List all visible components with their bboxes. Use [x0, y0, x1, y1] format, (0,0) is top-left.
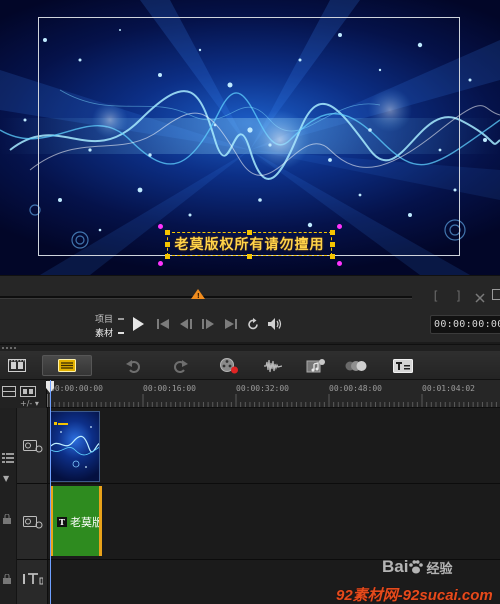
resize-handle-bottom[interactable]	[247, 254, 252, 259]
video-track[interactable]	[17, 408, 500, 484]
ruler-label-2: 00:00:32:00	[236, 384, 289, 393]
timeline-view-button[interactable]	[42, 355, 92, 376]
mark-out-button[interactable]: ]	[455, 289, 462, 303]
repeat-icon	[247, 317, 258, 329]
subtitle-editor-icon	[393, 358, 413, 373]
previous-frame-icon	[180, 319, 192, 329]
track-collapse-arrow-icon[interactable]: ▼	[3, 474, 9, 483]
storyboard-view-icon	[8, 359, 26, 372]
rotate-handle-bottom-left[interactable]	[158, 261, 163, 266]
storyboard-view-button[interactable]	[4, 355, 30, 376]
baidu-brand-text: Bai	[382, 557, 409, 576]
rotate-handle-bottom-right[interactable]	[337, 261, 342, 266]
baidu-jingyan-text: 经验	[426, 561, 453, 577]
record-capture-icon	[220, 357, 238, 373]
video-track-icon	[23, 440, 43, 453]
home-button[interactable]	[155, 316, 171, 332]
go-to-end-icon	[225, 319, 237, 329]
rotate-handle-top-left[interactable]	[158, 224, 163, 229]
timeline-view-icon	[58, 359, 76, 372]
track-side-strip: ▼	[0, 408, 17, 604]
resize-handle-right[interactable]	[330, 242, 335, 247]
speaker-icon	[267, 318, 281, 330]
title-track-lane[interactable]	[48, 484, 500, 559]
project-mode-label[interactable]: 项目	[95, 312, 113, 325]
track-list-icon[interactable]	[2, 452, 14, 464]
undo-icon	[126, 359, 140, 373]
player-panel: ! [ ] 项目 素材 00:00:00:00	[0, 275, 500, 342]
title-text-box[interactable]: 老莫版权所有请勿擅用	[167, 232, 332, 256]
auto-music-button[interactable]	[303, 355, 329, 376]
video-track-header	[17, 408, 48, 483]
video-clip[interactable]	[50, 411, 100, 482]
sound-mixer-icon	[264, 359, 282, 372]
video-editor-window: 老莫版权所有请勿擅用 ! [ ] 项目 素材 00:00:00:00 +/- ▾…	[0, 0, 500, 604]
redo-button[interactable]	[168, 355, 194, 376]
title-text[interactable]: 老莫版权所有请勿擅用	[168, 233, 331, 255]
title-clip[interactable]: T 老莫版	[50, 486, 102, 556]
resize-handle-bottom-right[interactable]	[330, 254, 335, 259]
play-icon	[133, 317, 144, 331]
title-clip-t-icon: T	[57, 517, 67, 527]
previous-frame-button[interactable]	[178, 316, 194, 332]
resize-handle-left[interactable]	[165, 242, 170, 247]
timecode-display[interactable]: 00:00:00:00	[430, 315, 500, 334]
record-capture-button[interactable]	[216, 355, 242, 376]
panel-resize-grip[interactable]	[0, 344, 500, 351]
baidu-paw-logo	[409, 560, 424, 574]
title-clip-label: 老莫版	[70, 516, 102, 529]
end-button[interactable]	[223, 316, 239, 332]
split-clip-icon[interactable]	[474, 289, 486, 308]
motion-tracking-button[interactable]	[343, 355, 369, 376]
ruler-label-3: 00:00:48:00	[329, 384, 382, 393]
auto-music-icon	[306, 358, 325, 372]
baidu-jingyan-watermark: Bai 经验	[382, 556, 452, 578]
ruler-label-0: 00:00:00:00	[50, 384, 103, 393]
scrub-bar[interactable]	[0, 296, 412, 299]
resize-handle-top-left[interactable]	[165, 230, 170, 235]
timeline-toolbar	[0, 351, 500, 380]
title-track-header	[17, 484, 48, 559]
preview-window[interactable]: 老莫版权所有请勿擅用	[0, 0, 500, 275]
resize-handle-top-right[interactable]	[330, 230, 335, 235]
text-track-header	[17, 560, 48, 604]
go-to-start-icon	[157, 319, 169, 329]
next-frame-icon	[202, 319, 214, 329]
scrubber-handle[interactable]: !	[190, 289, 205, 300]
enlarge-preview-icon[interactable]	[492, 289, 500, 300]
sound-mixer-button[interactable]	[260, 355, 286, 376]
mark-in-button[interactable]: [	[432, 289, 439, 303]
track-lock-icon-2[interactable]	[2, 574, 12, 584]
resize-handle-bottom-left[interactable]	[165, 254, 170, 259]
video-track-lane[interactable]	[48, 408, 500, 483]
undo-button[interactable]	[120, 355, 146, 376]
play-button[interactable]	[128, 316, 148, 332]
next-frame-button[interactable]	[200, 316, 216, 332]
ruler-label-1: 00:00:16:00	[143, 384, 196, 393]
resize-handle-top[interactable]	[247, 230, 252, 235]
clip-mode-label[interactable]: 素材	[95, 326, 113, 339]
overlay-track-icon	[23, 516, 43, 529]
track-manager-icon[interactable]	[20, 386, 36, 397]
repeat-button[interactable]	[245, 316, 261, 332]
text-track-icon	[23, 573, 43, 585]
subtitle-editor-button[interactable]	[390, 355, 416, 376]
playhead-line	[50, 380, 51, 604]
track-lock-icon[interactable]	[2, 514, 12, 524]
timeline-ruler[interactable]: +/- ▾ 00:00:00:00 00:00:16:00 00:00:32:0…	[0, 380, 500, 408]
zoom-toggle-icon[interactable]: +/- ▾	[20, 399, 39, 408]
redo-icon	[174, 359, 188, 373]
video-clip-thumbnail	[51, 422, 99, 468]
motion-tracking-icon	[345, 360, 367, 371]
ruler-header: +/- ▾	[0, 380, 47, 408]
title-track[interactable]: T 老莫版	[17, 484, 500, 560]
title-safe-area-frame	[38, 17, 460, 256]
project-mode-indicator	[118, 318, 124, 320]
clip-mode-indicator	[118, 332, 124, 334]
ruler-label-4: 00:01:04:02	[422, 384, 475, 393]
show-all-tracks-icon[interactable]	[2, 386, 16, 397]
volume-button[interactable]	[266, 316, 284, 332]
rotate-handle-top-right[interactable]	[337, 224, 342, 229]
site-watermark: 92素材网-92sucai.com	[336, 587, 493, 604]
